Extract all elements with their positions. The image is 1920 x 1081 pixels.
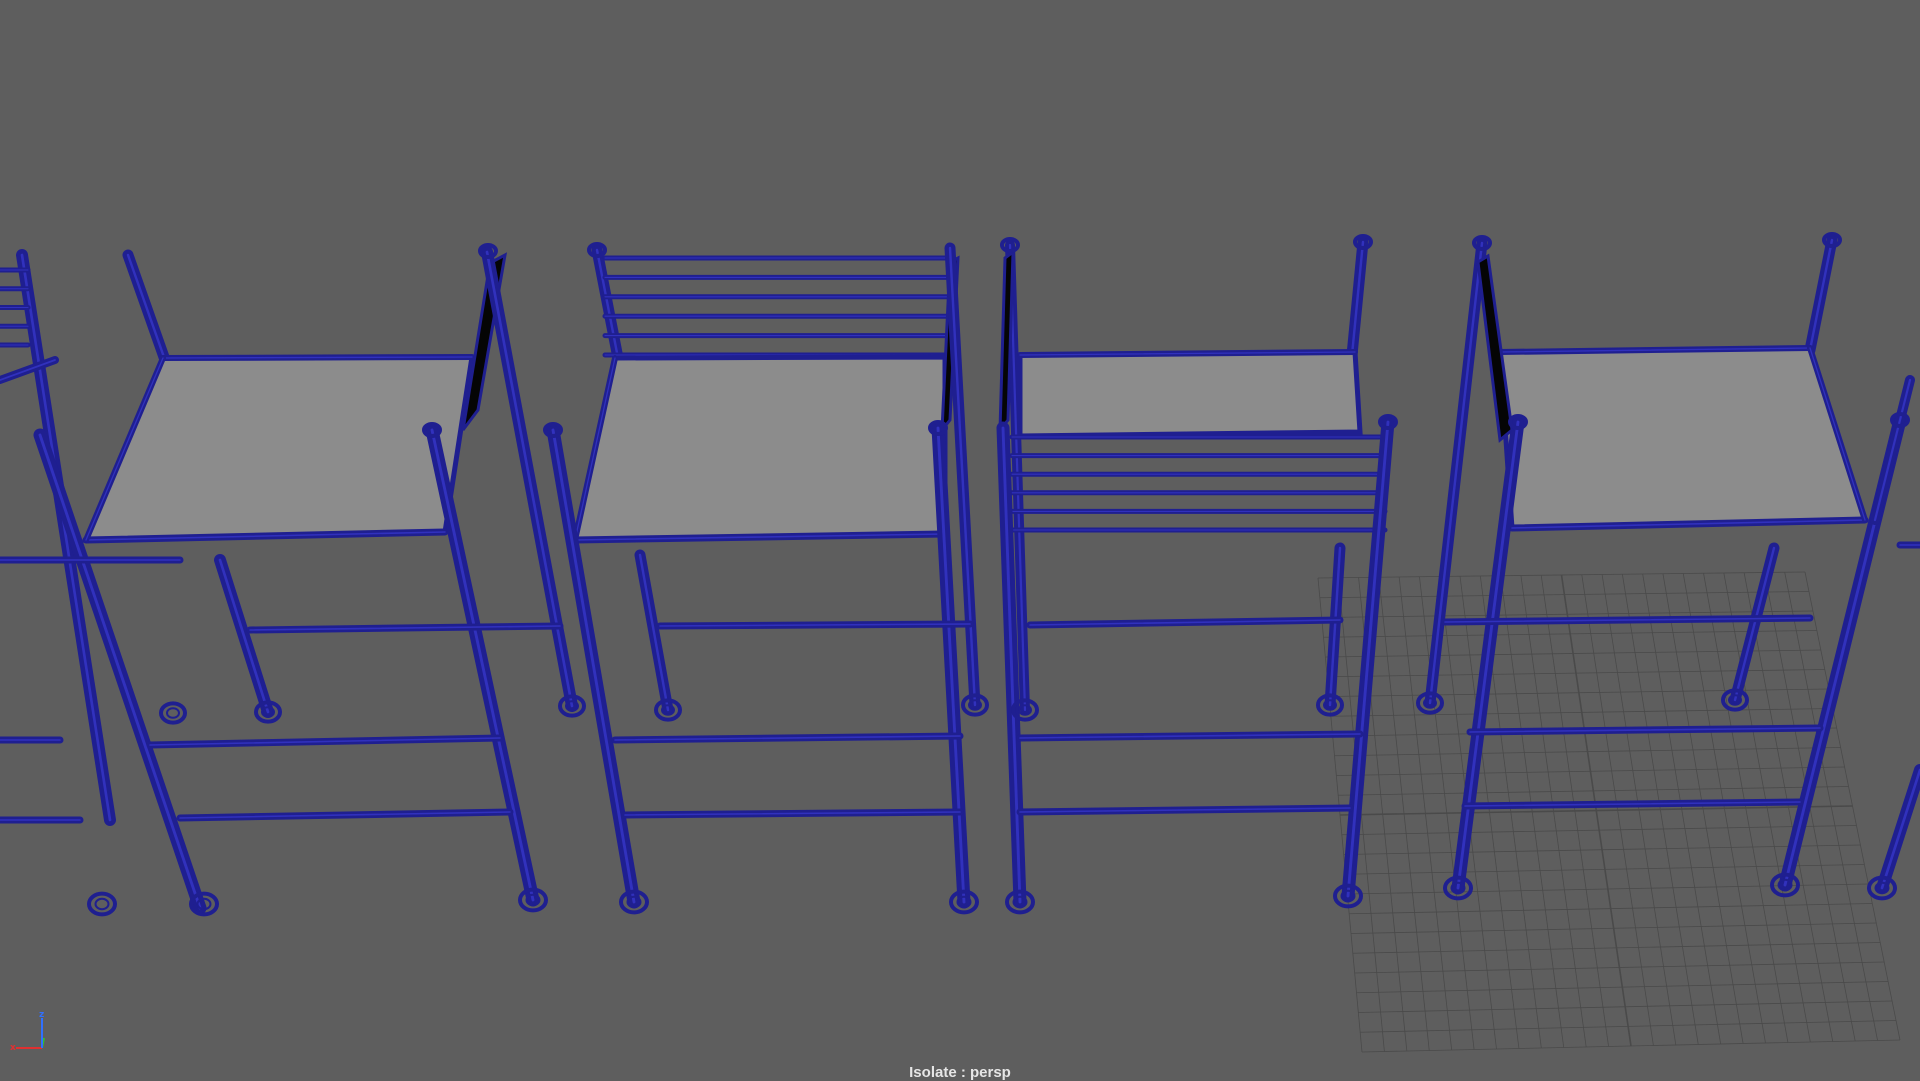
leg-highlight xyxy=(1873,378,1912,522)
perspective-viewport[interactable]: x z Isolate : persp xyxy=(0,0,1920,1081)
leg-foot xyxy=(159,701,187,725)
leg-foot-inner xyxy=(94,897,110,911)
leg-highlight xyxy=(430,428,535,902)
leg-foot xyxy=(87,891,117,917)
z-axis-label: z xyxy=(39,1010,44,1020)
stool-4 xyxy=(996,234,1398,915)
leg-highlight xyxy=(638,553,670,712)
leg-highlight xyxy=(595,248,620,360)
seat-panel xyxy=(571,354,948,543)
stool-5 xyxy=(1416,232,1920,901)
x-axis-label: x xyxy=(10,1043,16,1052)
leg-highlight xyxy=(1428,241,1484,705)
backrest-panel xyxy=(1476,253,1514,443)
seat-panel xyxy=(1017,349,1363,439)
leg-highlight xyxy=(126,253,167,362)
scene-canvas[interactable] xyxy=(0,0,1920,1080)
leg-highlight xyxy=(1733,546,1776,702)
view-axis-indicator: x z xyxy=(8,1008,52,1052)
leg-highlight xyxy=(218,558,270,714)
camera-name-label: Isolate : persp xyxy=(909,1064,1011,1081)
leg-foot-inner xyxy=(166,707,180,719)
stool-3 xyxy=(543,242,989,915)
seat-panel xyxy=(1497,345,1869,531)
leg-highlight xyxy=(1808,238,1834,352)
seat-panel xyxy=(82,354,475,543)
ground-grid xyxy=(1317,571,1901,1053)
leg-highlight xyxy=(1880,768,1920,890)
